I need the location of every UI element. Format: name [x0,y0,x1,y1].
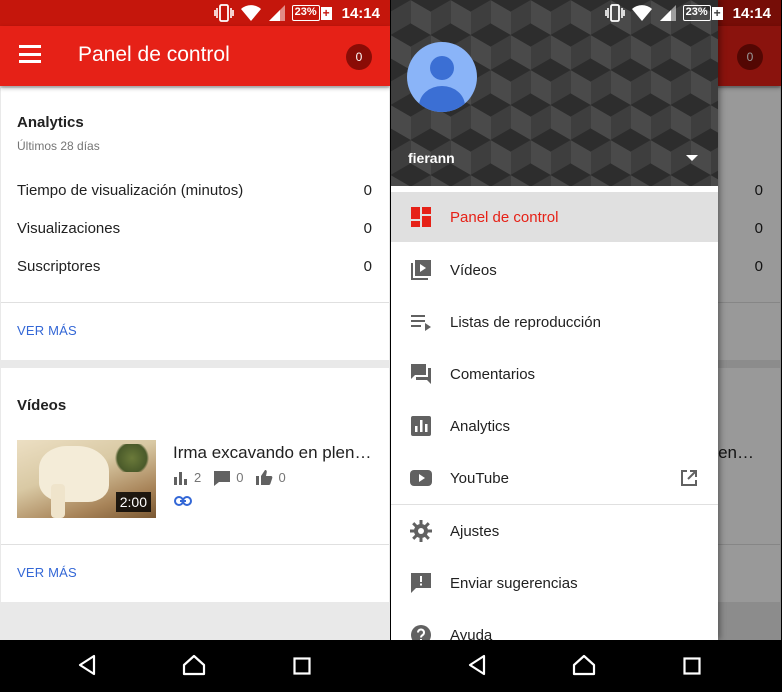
signal-icon [659,5,676,21]
drawer-item-playlists[interactable]: Listas de reproducción [391,296,718,348]
analytics-period: Últimos 28 días [17,139,100,153]
playlist-icon [411,315,431,331]
analytics-icon [411,416,431,436]
app-bar: Panel de control 0 [0,26,390,86]
drawer-item-analytics[interactable]: Analytics [391,400,718,452]
youtube-icon [410,470,432,486]
drawer-item-label: Analytics [450,417,511,435]
drawer-item-feedback[interactable]: Enviar sugerencias [391,557,718,609]
avatar[interactable] [407,42,477,112]
video-thumbnail[interactable]: 2:00 [17,440,156,518]
charging-icon: + [320,5,332,20]
drawer-item-label: YouTube [450,469,509,487]
video-duration: 2:00 [115,492,151,512]
drawer-item-label: Enviar sugerencias [450,574,578,592]
divider [1,544,389,545]
stat-label: Tiempo de visualización (minutos) [17,182,244,199]
home-icon[interactable] [182,654,206,676]
thumbs-up-icon [256,470,273,485]
stat-value: 0 [363,258,372,275]
drawer-item-label: Panel de control [450,208,559,226]
views-count: 2 [194,470,202,485]
video-stats: 2 0 0 [173,469,298,486]
back-icon[interactable] [467,654,487,676]
home-icon[interactable] [572,654,596,676]
drawer-item-label: Vídeos [450,261,497,279]
drawer-open-screen: 0 0 0 0 plen… fierann Panel de control V… [391,0,781,640]
stat-label: Visualizaciones [17,220,121,237]
account-header: fierann [391,0,718,186]
back-icon[interactable] [77,654,97,676]
vibrate-icon [604,4,625,22]
charging-icon: + [711,5,723,20]
stat-value: 0 [363,182,372,199]
link-icon[interactable] [174,496,192,506]
battery-level: 23% [291,5,320,21]
chevron-down-icon[interactable] [686,155,698,161]
feedback-icon [411,573,431,593]
status-bar: 23% + 14:14 [391,0,781,26]
drawer-item-label: Listas de reproducción [450,313,601,331]
account-name: fierann [408,150,455,166]
status-time: 14:14 [732,4,771,22]
page-title: Panel de control [78,43,230,66]
stat-value: 0 [363,220,372,237]
divider [1,302,389,303]
drawer-item-label: Ayuda [450,626,493,641]
videos-card: Vídeos 2:00 Irma excavando en plen… 2 0 … [1,368,389,602]
battery-level: 23% [682,5,711,21]
battery-indicator: 23% + [682,5,723,21]
wifi-icon [631,5,652,21]
analytics-card: Analytics Últimos 28 días Tiempo de visu… [1,88,389,360]
drawer-item-label: Ajustes [450,522,500,540]
drawer-item-label: Comentarios [450,365,536,383]
likes-count: 0 [278,470,286,485]
stat-label: Suscriptores [17,258,101,275]
drawer-item-dashboard[interactable]: Panel de control [391,192,718,242]
wifi-icon [240,5,261,21]
drawer-item-comments[interactable]: Comentarios [391,348,718,400]
navigation-drawer: fierann Panel de control Vídeos Listas d… [391,0,718,640]
recents-icon[interactable] [293,657,311,675]
drawer-item-videos[interactable]: Vídeos [391,244,718,296]
vibrate-icon [213,4,234,22]
comments-icon [411,364,431,384]
drawer-item-settings[interactable]: Ajustes [391,505,718,557]
comments-count: 0 [236,470,244,485]
help-icon [411,625,431,640]
drawer-item-youtube[interactable]: YouTube [391,452,718,504]
dashboard-icon [411,207,431,227]
open-external-icon [681,470,697,486]
video-title[interactable]: Irma excavando en plen… [173,443,373,463]
analytics-title: Analytics [17,114,84,131]
drawer-menu: Panel de control Vídeos Listas de reprod… [391,192,718,640]
recents-icon[interactable] [683,657,701,675]
dashboard-screen: 23% + 14:14 Panel de control 0 Analytics… [0,0,390,640]
videos-title: Vídeos [17,397,67,414]
video-library-icon [411,260,431,280]
stat-row-subscribers: Suscriptores 0 [17,258,372,275]
comment-icon [214,470,231,486]
system-navigation-bar [0,640,782,692]
battery-indicator: 23% + [291,5,332,21]
settings-icon [410,520,432,542]
drawer-item-help[interactable]: Ayuda [391,609,718,640]
notification-badge[interactable]: 0 [346,44,372,70]
views-icon [174,471,187,485]
videos-more-link[interactable]: VER MÁS [17,565,77,580]
analytics-more-link[interactable]: VER MÁS [17,323,77,338]
signal-icon [268,5,285,21]
status-bar: 23% + 14:14 [0,0,390,26]
stat-row-watch-time: Tiempo de visualización (minutos) 0 [17,182,372,199]
menu-icon[interactable] [19,45,41,63]
stat-row-views: Visualizaciones 0 [17,220,372,237]
status-time: 14:14 [341,4,380,22]
